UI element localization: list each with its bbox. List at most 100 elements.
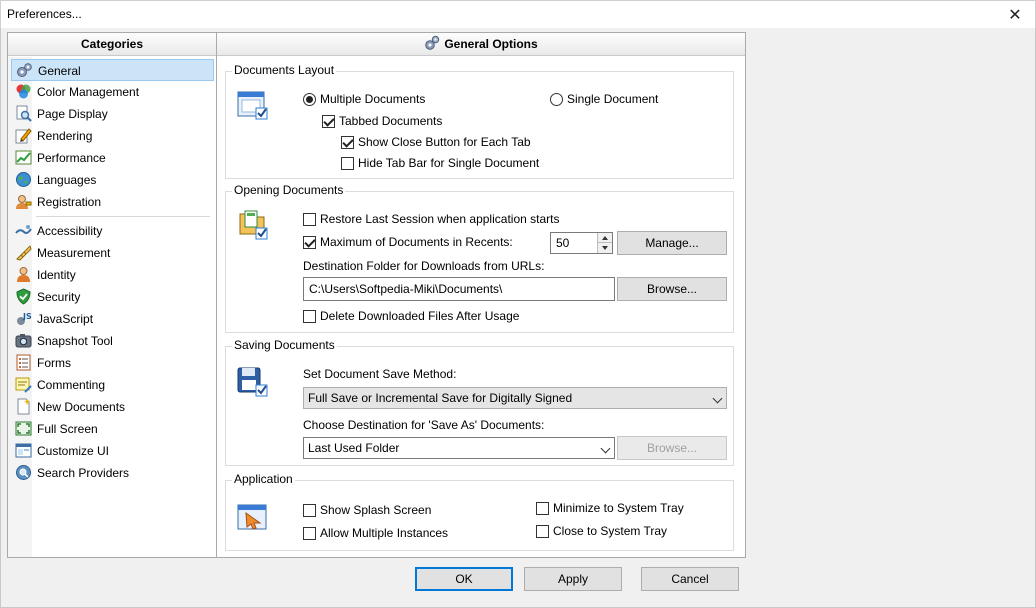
category-measurement[interactable]: Measurement (11, 242, 214, 264)
category-label: Identity (37, 268, 76, 282)
close-icon[interactable]: ✕ (1005, 5, 1025, 25)
saving-documents-icon (236, 365, 270, 399)
category-label: Snapshot Tool (37, 334, 113, 348)
category-commenting[interactable]: Commenting (11, 374, 214, 396)
comment-icon (15, 376, 32, 393)
max-recents-spinner[interactable]: 50 (550, 232, 613, 254)
opening-documents-icon (236, 208, 270, 242)
forms-icon (15, 354, 32, 371)
general-gears-icon (16, 62, 33, 79)
category-search-providers[interactable]: Search Providers (11, 462, 214, 484)
performance-icon (15, 149, 32, 166)
category-page-display[interactable]: Page Display (11, 103, 214, 125)
checkbox-indicator[interactable] (303, 310, 316, 323)
allow-multiple-instances-checkbox[interactable]: Allow Multiple Instances (303, 526, 448, 542)
category-snapshot-tool[interactable]: Snapshot Tool (11, 330, 214, 352)
restore-session-checkbox[interactable]: Restore Last Session when application st… (303, 212, 559, 228)
save-as-destination-label: Choose Destination for 'Save As' Documen… (303, 418, 545, 432)
checkbox-indicator[interactable] (341, 157, 354, 170)
search-globe-icon (15, 464, 32, 481)
shield-icon (15, 288, 32, 305)
close-to-tray-checkbox[interactable]: Close to System Tray (536, 524, 667, 540)
window-title: Preferences... (7, 7, 82, 21)
checkbox-indicator[interactable] (303, 504, 316, 517)
checkbox-indicator[interactable] (536, 502, 549, 515)
camera-icon (15, 332, 32, 349)
gears-icon (424, 35, 440, 51)
checkbox-indicator[interactable] (303, 213, 316, 226)
checkbox-indicator[interactable] (303, 527, 316, 540)
category-full-screen[interactable]: Full Screen (11, 418, 214, 440)
category-color-management[interactable]: Color Management (11, 81, 214, 103)
destination-folder-input[interactable]: C:\Users\Softpedia-Miki\Documents\ (303, 277, 615, 301)
single-document-radio[interactable]: Single Document (550, 92, 658, 108)
delete-downloaded-checkbox[interactable]: Delete Downloaded Files After Usage (303, 309, 519, 325)
category-languages[interactable]: Languages (11, 169, 214, 191)
cancel-button[interactable]: Cancel (641, 567, 739, 591)
show-close-button-checkbox[interactable]: Show Close Button for Each Tab (341, 135, 531, 151)
new-document-icon (15, 398, 32, 415)
category-javascript[interactable]: JS JavaScript (11, 308, 214, 330)
destination-folder-label: Destination Folder for Downloads from UR… (303, 259, 545, 273)
customize-ui-icon (15, 442, 32, 459)
tabbed-documents-checkbox[interactable]: Tabbed Documents (322, 114, 442, 130)
rendering-icon (15, 127, 32, 144)
category-label: General (38, 64, 81, 78)
category-security[interactable]: Security (11, 286, 214, 308)
multiple-documents-radio[interactable]: Multiple Documents (303, 92, 425, 108)
documents-layout-icon (236, 88, 270, 122)
manage-button[interactable]: Manage... (617, 231, 727, 255)
registration-key-icon (15, 193, 32, 210)
hide-tab-bar-checkbox[interactable]: Hide Tab Bar for Single Document (341, 156, 539, 172)
category-accessibility[interactable]: Accessibility (11, 220, 214, 242)
spinner-value[interactable]: 50 (556, 236, 569, 250)
show-splash-checkbox[interactable]: Show Splash Screen (303, 503, 431, 519)
category-registration[interactable]: Registration (11, 191, 214, 213)
category-identity[interactable]: Identity (11, 264, 214, 286)
svg-text:JS: JS (22, 312, 32, 321)
chevron-down-icon (600, 443, 611, 454)
category-label: Performance (37, 151, 106, 165)
checkbox-indicator[interactable] (341, 136, 354, 149)
save-method-label: Set Document Save Method: (303, 367, 457, 381)
spin-down-icon[interactable] (598, 243, 612, 253)
save-method-select[interactable]: Full Save or Incremental Save for Digita… (303, 387, 727, 409)
chevron-down-icon (712, 393, 723, 404)
color-management-icon (15, 83, 32, 100)
checkbox-indicator[interactable] (536, 525, 549, 538)
category-label: Accessibility (37, 224, 103, 238)
options-panel: General Options Documents Layout Multipl… (217, 32, 746, 558)
browse-downloads-button[interactable]: Browse... (617, 277, 727, 301)
apply-button[interactable]: Apply (524, 567, 622, 591)
category-label: Page Display (37, 107, 108, 121)
category-label: Commenting (37, 378, 106, 392)
ok-button[interactable]: OK (415, 567, 513, 591)
globe-icon (15, 171, 32, 188)
application-group: Application Show Splash Screen Allow Mul… (225, 472, 734, 551)
browse-save-as-button[interactable]: Browse... (617, 436, 727, 460)
checkbox-indicator[interactable] (322, 115, 335, 128)
category-label: Search Providers (37, 466, 130, 480)
save-method-value: Full Save or Incremental Save for Digita… (308, 391, 573, 405)
options-header: General Options (217, 33, 745, 56)
documents-layout-group: Documents Layout Multiple Documents Sing… (225, 63, 734, 179)
category-general[interactable]: General (11, 59, 214, 81)
radio-indicator[interactable] (550, 93, 563, 106)
category-label: Forms (37, 356, 71, 370)
full-screen-icon (15, 420, 32, 437)
category-performance[interactable]: Performance (11, 147, 214, 169)
minimize-to-tray-checkbox[interactable]: Minimize to System Tray (536, 501, 684, 517)
person-icon (15, 266, 32, 283)
checkbox-indicator[interactable] (303, 236, 316, 249)
spin-up-icon[interactable] (598, 233, 612, 243)
category-label: Customize UI (37, 444, 110, 458)
save-as-destination-select[interactable]: Last Used Folder (303, 437, 615, 459)
category-forms[interactable]: Forms (11, 352, 214, 374)
radio-indicator[interactable] (303, 93, 316, 106)
category-customize-ui[interactable]: Customize UI (11, 440, 214, 462)
category-new-documents[interactable]: New Documents (11, 396, 214, 418)
max-recents-checkbox[interactable]: Maximum of Documents in Recents: (303, 235, 513, 251)
category-rendering[interactable]: Rendering (11, 125, 214, 147)
spinner-buttons (597, 233, 612, 253)
category-label: Registration (37, 195, 102, 209)
